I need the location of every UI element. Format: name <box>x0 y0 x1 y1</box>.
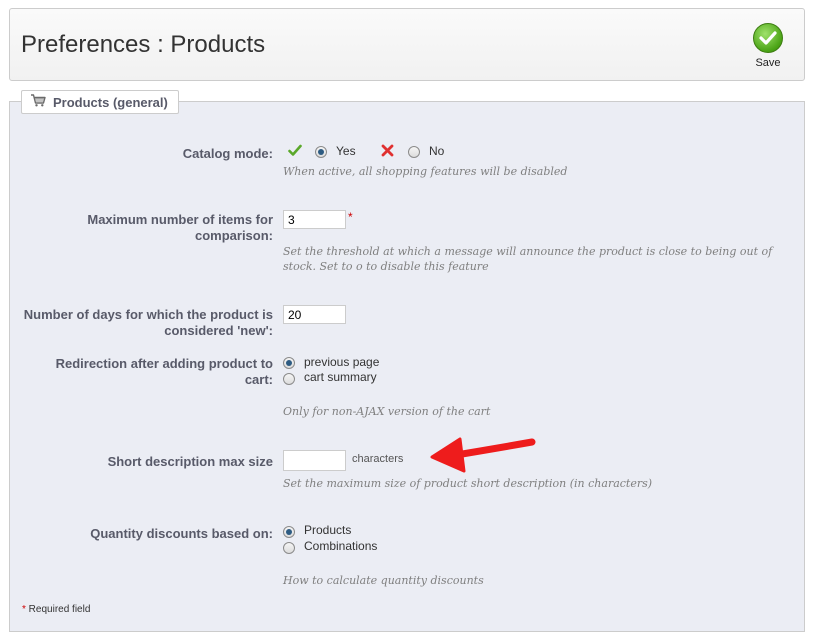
green-check-icon <box>288 144 302 162</box>
page-title: Preferences : Products <box>21 31 266 58</box>
save-button[interactable]: Save <box>751 23 785 69</box>
redirection-previous-radio[interactable] <box>283 357 295 369</box>
redirection-cart-radio[interactable] <box>283 373 295 385</box>
qty-discounts-products-radio[interactable] <box>283 526 295 538</box>
page-header: Preferences : Products Save <box>9 8 805 81</box>
max-compare-help: Set the threshold at which a message wil… <box>283 245 773 273</box>
short-desc-input[interactable] <box>283 450 346 471</box>
qty-discounts-products-label: Products <box>304 523 352 537</box>
catalog-mode-help: When active, all shopping features will … <box>283 165 568 178</box>
redirection-previous-label: previous page <box>304 355 380 369</box>
short-desc-help: Set the maximum size of product short de… <box>283 477 653 490</box>
cart-icon <box>30 94 46 110</box>
catalog-mode-yes-label: Yes <box>336 144 356 158</box>
catalog-mode-yes-radio[interactable] <box>315 146 327 158</box>
qty-discounts-help: How to calculate quantity discounts <box>283 574 484 587</box>
qty-discounts-label: Quantity discounts based on: <box>90 526 273 541</box>
catalog-mode-no-label: No <box>429 144 445 158</box>
short-desc-label: Short description max size <box>107 454 273 469</box>
redirection-cart-label: cart summary <box>304 370 377 384</box>
redirection-help: Only for non-AJAX version of the cart <box>283 405 491 418</box>
save-label: Save <box>755 57 781 69</box>
red-arrow-icon <box>428 430 538 479</box>
catalog-mode-label: Catalog mode: <box>182 146 273 161</box>
qty-discounts-combinations-label: Combinations <box>304 539 378 553</box>
short-desc-unit: characters <box>352 453 404 465</box>
qty-discounts-combinations-radio[interactable] <box>283 542 295 554</box>
required-field-note: * Required field <box>22 604 91 615</box>
red-x-icon <box>381 144 394 162</box>
max-compare-input[interactable]: 3 <box>283 210 346 229</box>
check-icon <box>753 23 783 53</box>
new-days-input[interactable]: 20 <box>283 305 346 324</box>
redirection-label: Redirection after adding product to cart… <box>55 356 273 387</box>
section-legend: Products (general) <box>21 90 179 114</box>
section-legend-label: Products (general) <box>53 94 168 110</box>
catalog-mode-no-radio[interactable] <box>408 146 420 158</box>
max-compare-label: Maximum number of items for comparison: <box>87 212 273 243</box>
new-days-label: Number of days for which the product is … <box>23 307 273 338</box>
required-asterisk: * <box>348 210 353 224</box>
